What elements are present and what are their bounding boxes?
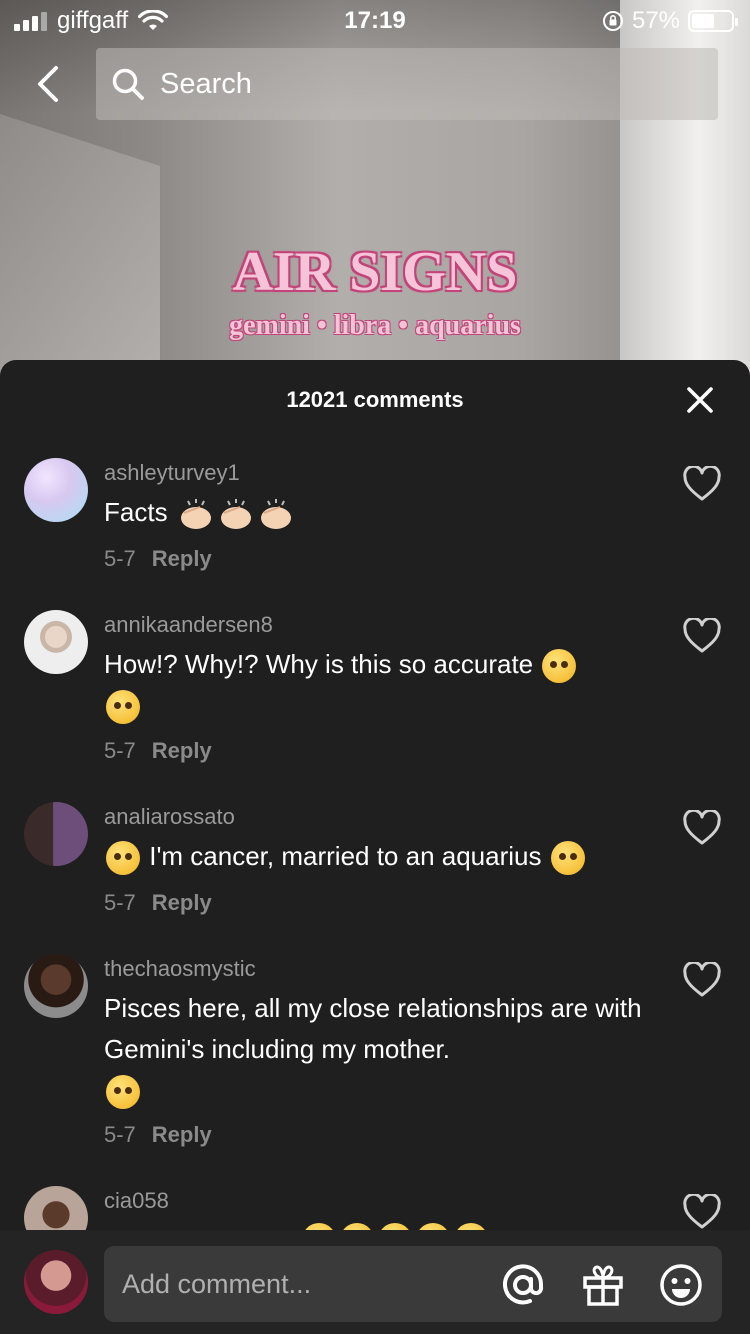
grinning-sweat-emoji-icon (106, 690, 140, 725)
search-input[interactable] (160, 67, 680, 101)
comment-date: 5-7 (104, 738, 136, 763)
comment-item: annikaandersen8 How!? Why!? Why is this … (0, 592, 750, 784)
weary-face-emoji-icon (550, 841, 585, 876)
comment-date: 5-7 (104, 890, 136, 915)
heart-icon[interactable] (682, 810, 722, 846)
reply-button[interactable]: Reply (152, 890, 212, 916)
emoji-icon (302, 1223, 336, 1230)
heart-icon[interactable] (682, 962, 722, 998)
status-right: 57% (602, 7, 738, 35)
orientation-lock-icon (602, 11, 623, 31)
comment-input-box[interactable] (104, 1246, 722, 1322)
video-overlay-title: AIR SIGNS (232, 241, 518, 303)
comment-username[interactable]: analiarossato (104, 804, 235, 830)
comment-username[interactable]: ashleyturvey1 (104, 460, 240, 486)
laughing-tears-emoji-icon (542, 649, 577, 684)
comment-meta: 5-7 Reply (104, 546, 212, 572)
comment-text: I'm cancer, married to an aquarius (104, 836, 654, 877)
pleading-face-emoji-icon (106, 841, 140, 876)
reply-button[interactable]: Reply (152, 1122, 212, 1148)
comment-count: 12021 comments (286, 387, 464, 412)
comment-composer (0, 1230, 750, 1334)
comment-text: Facts (104, 492, 654, 533)
reply-button[interactable]: Reply (152, 546, 212, 572)
comments-sheet: 12021 comments ashleyturvey1 Facts 5-7 R… (0, 360, 750, 1334)
comment-text: How!? Why!? Why is this so accurate (104, 644, 654, 726)
comment-meta: 5-7 Reply (104, 890, 212, 916)
status-bar: giffgaff 17:19 57% (0, 0, 750, 40)
emoji-icon (454, 1223, 488, 1230)
back-button[interactable] (28, 62, 68, 106)
comment-username[interactable]: thechaosmystic (104, 956, 256, 982)
comment-input[interactable] (122, 1264, 482, 1304)
video-overlay-subtitle: gemini • libra • aquarius (229, 310, 521, 341)
comment-date: 5-7 (104, 546, 136, 571)
emoji-icon (416, 1223, 450, 1230)
comment-meta: 5-7 Reply (104, 738, 212, 764)
avatar[interactable] (24, 1186, 88, 1230)
comments-header: 12021 comments (0, 360, 750, 440)
comment-text-body: I'm cancer, married to an aquarius (149, 841, 542, 871)
heart-icon[interactable] (682, 618, 722, 654)
mention-icon[interactable] (500, 1262, 546, 1308)
close-button[interactable] (686, 386, 714, 414)
gift-icon[interactable] (580, 1262, 626, 1308)
comment-text-body: Pisces here, all my close relationships … (104, 993, 642, 1064)
battery-percent: 57% (631, 7, 680, 34)
heart-icon[interactable] (682, 1194, 722, 1230)
clapping-hands-icon (180, 499, 211, 530)
avatar[interactable] (24, 802, 88, 866)
emoji-icon (378, 1223, 412, 1230)
avatar[interactable] (24, 610, 88, 674)
emoji-picker-icon[interactable] (658, 1262, 704, 1308)
comment-text-body: How!? Why!? Why is this so accurate (104, 649, 534, 679)
emoji-icon (340, 1223, 374, 1230)
comment-list[interactable]: ashleyturvey1 Facts 5-7 Reply annikaande… (0, 440, 750, 1230)
battery-icon (688, 10, 738, 32)
clapping-hands-icon (220, 499, 251, 530)
comment-date: 5-7 (104, 1122, 136, 1147)
comment-item: thechaosmystic Pisces here, all my close… (0, 936, 750, 1168)
avatar[interactable] (24, 954, 88, 1018)
search-icon (112, 68, 144, 100)
heart-icon[interactable] (682, 466, 722, 502)
clapping-hands-icon (260, 499, 291, 530)
my-avatar[interactable] (24, 1250, 88, 1314)
reply-button[interactable]: Reply (152, 738, 212, 764)
comment-username[interactable]: annikaandersen8 (104, 612, 273, 638)
comment-item: analiarossato I'm cancer, married to an … (0, 784, 750, 936)
comment-text-body: Facts (104, 497, 168, 527)
comment-text: Pisces here, all my close relationships … (104, 988, 654, 1111)
comment-meta: 5-7 Reply (104, 1122, 212, 1148)
comment-item: cia058 (0, 1168, 750, 1230)
search-box[interactable] (96, 48, 718, 120)
comment-username[interactable]: cia058 (104, 1188, 169, 1214)
avatar[interactable] (24, 458, 88, 522)
pleading-face-emoji-icon (106, 1075, 140, 1110)
comment-item: ashleyturvey1 Facts 5-7 Reply (0, 440, 750, 592)
